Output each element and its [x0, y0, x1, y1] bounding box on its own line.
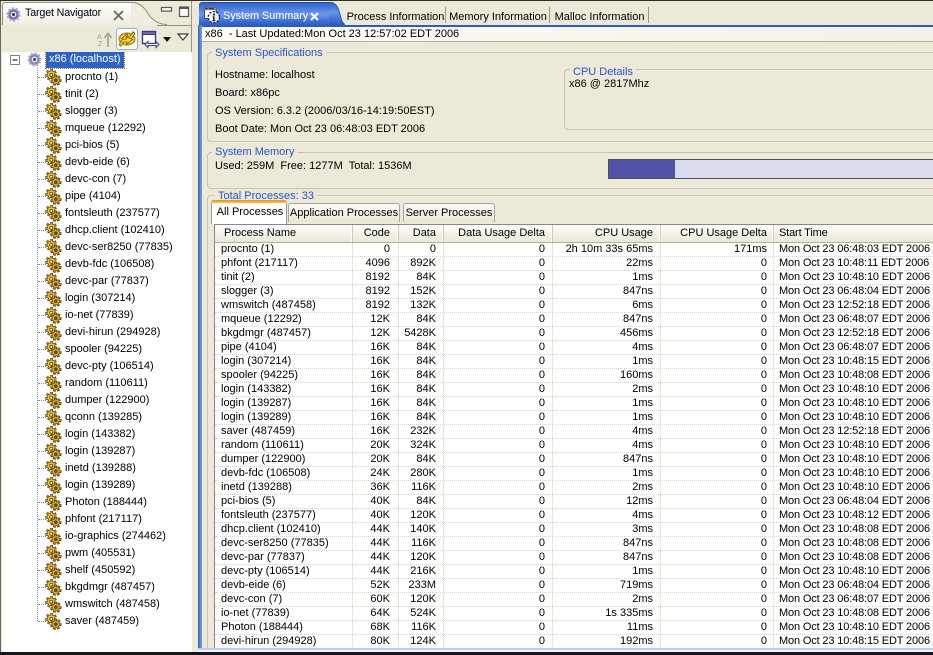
svg-text:Z: Z	[98, 41, 103, 48]
svg-text:A: A	[97, 34, 102, 41]
